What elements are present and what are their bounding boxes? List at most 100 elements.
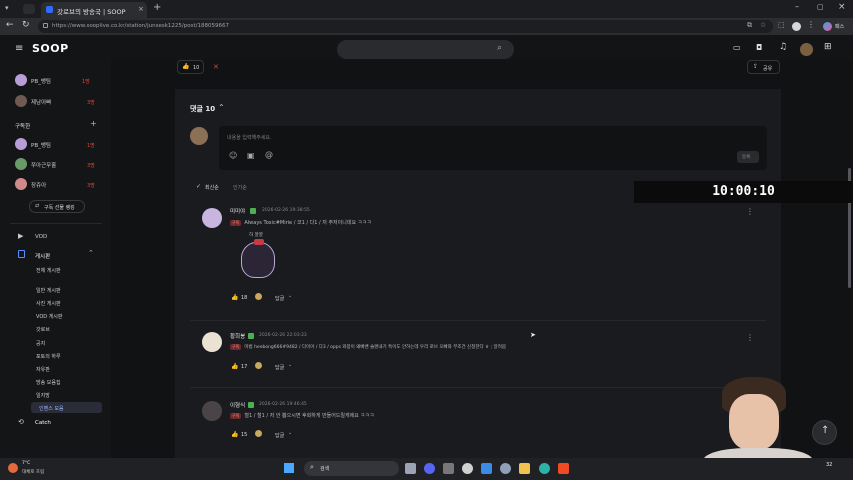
sidebar-item-label[interactable]: 제남아빠 [31, 98, 51, 106]
comment-like-count: 17 [241, 364, 248, 370]
back-icon[interactable]: ← [6, 20, 14, 30]
sidebar-subitem[interactable]: VOD 게시판 [36, 313, 63, 320]
live-count-badge: 3명 [87, 100, 95, 106]
sidebar-item-label[interactable]: 장쥬아 [31, 181, 46, 189]
sidebar-item-label[interactable]: PB_뱅팀 [31, 141, 51, 149]
apps-grid-icon[interactable]: ⊞ [824, 42, 832, 52]
chevron-up-icon[interactable]: ⌃ [88, 249, 94, 257]
brave-browser-icon[interactable] [558, 463, 569, 474]
sidebar-subitem[interactable]: 자유판 [36, 366, 50, 373]
sort-popular[interactable]: 인기순 [233, 184, 247, 191]
share-button[interactable]: ⇪ 공유 [747, 60, 780, 74]
site-search-input[interactable]: ⌕ [337, 40, 514, 59]
sidebar-subitem[interactable]: 공지 [36, 340, 45, 347]
sidebar-item-label[interactable]: 쭈아근무홀 [31, 161, 56, 169]
sidebar-item-label[interactable]: PB_뱅팀 [31, 77, 51, 85]
sidebar-item-board[interactable]: 게시판 [35, 252, 50, 260]
commenter-avatar[interactable] [202, 332, 222, 352]
sidebar-item-vod[interactable]: VOD [35, 234, 47, 240]
close-tab-icon[interactable]: × [138, 5, 144, 13]
tab-list-icon[interactable]: ▾ [5, 4, 14, 13]
sidebar-subitem-active[interactable]: 인벤스 모음 [31, 402, 102, 413]
app-icon[interactable] [443, 463, 454, 474]
weather-icon[interactable] [8, 463, 18, 473]
taskbar-search-input[interactable]: ⌕ 검색 [304, 461, 399, 476]
comment-author[interactable]: 황희봉 [230, 332, 245, 340]
avatar [15, 158, 27, 170]
scroll-to-top-button[interactable]: ↑ [812, 420, 837, 445]
sidebar-subitem-label: 인벤스 모음 [39, 406, 64, 412]
comment-author[interactable]: 이형식 [230, 401, 245, 409]
sidebar-subitem[interactable]: 방송 모음집 [36, 379, 61, 386]
reload-icon[interactable]: ↻ [22, 20, 30, 30]
sidebar-item-catch[interactable]: Catch [35, 420, 51, 426]
tab-active[interactable]: 갓로브의 방송국 | SOOP × [41, 2, 147, 18]
pinned-tab[interactable] [23, 4, 35, 14]
chevron-down-icon[interactable]: ⌄ [288, 362, 292, 368]
broadcast-camera-icon[interactable]: ◘ [756, 43, 762, 52]
comments-header[interactable]: 댓글 10 [190, 104, 215, 114]
settings-gear-icon[interactable] [500, 463, 511, 474]
subscription-ranking-button[interactable]: ⇄ 구독 선물 랭킹 [29, 200, 85, 213]
verified-badge-icon [250, 208, 256, 214]
comment-input[interactable]: 내용을 입력해주세요. [227, 134, 272, 141]
reply-button[interactable]: 답글 [275, 295, 284, 302]
like-icon[interactable]: 👍 [231, 294, 238, 301]
reply-button[interactable]: 답글 [275, 364, 284, 371]
downloads-icon[interactable]: ⋮ [807, 20, 815, 29]
profile-avatar-icon[interactable] [792, 22, 801, 31]
like-icon[interactable]: 👍 [231, 431, 238, 438]
extensions-icon[interactable]: ⬚ [778, 21, 785, 29]
minimize-icon[interactable]: – [795, 2, 799, 11]
more-options-icon[interactable]: ⋮ [746, 207, 754, 216]
sidebar-item-all-board[interactable]: 전체 게시판 [36, 267, 61, 274]
commenter-avatar[interactable] [202, 208, 222, 228]
add-subscription-icon[interactable]: + [90, 119, 97, 128]
chevron-down-icon[interactable]: ⌄ [288, 430, 292, 436]
commenter-avatar[interactable] [202, 401, 222, 421]
dislike-icon[interactable]: ✕ [213, 63, 219, 71]
sort-latest[interactable]: 최신순 [205, 184, 219, 191]
notification-bell-icon[interactable]: ♫ [779, 42, 787, 52]
chevron-down-icon[interactable]: ⌄ [288, 293, 292, 299]
url-field[interactable]: https://www.sooplive.co.kr/station/junse… [38, 20, 773, 33]
comment-input-box[interactable]: 내용을 입력해주세요. ☺ ▣ @ 등록 [219, 126, 767, 170]
bookmark-star-icon[interactable]: ☆ [760, 21, 766, 29]
site-logo[interactable]: SOOP [32, 42, 69, 55]
submit-button[interactable]: 등록 [737, 151, 759, 163]
file-explorer-icon[interactable] [519, 463, 530, 474]
menu-hamburger-icon[interactable]: ≡ [15, 43, 23, 54]
translate-icon[interactable]: ⧉ [747, 21, 752, 30]
more-options-icon[interactable]: ⋮ [746, 333, 754, 342]
close-window-icon[interactable]: × [838, 2, 846, 12]
image-icon[interactable]: ▣ [247, 151, 255, 160]
comment-author[interactable]: 미미야 [230, 207, 245, 215]
sidebar-subitem[interactable]: 일지방 [36, 392, 50, 399]
soop-favicon-icon [46, 6, 53, 13]
chevron-up-icon[interactable]: ⌃ [218, 103, 225, 112]
chrome-like-icon[interactable] [462, 463, 473, 474]
cast-icon[interactable]: ▭ [733, 43, 741, 52]
reply-button[interactable]: 답글 [275, 432, 284, 439]
task-view-icon[interactable] [405, 463, 416, 474]
sidebar-subitem[interactable]: 사진 게시판 [36, 300, 61, 307]
store-icon[interactable] [481, 463, 492, 474]
profile-label[interactable]: 패스 [835, 23, 844, 30]
comment-divider [190, 320, 766, 321]
sidebar-subitem[interactable]: 일반 게시판 [36, 287, 61, 294]
mention-icon[interactable]: @ [265, 150, 273, 159]
search-icon[interactable]: ⌕ [497, 43, 502, 53]
comment-like-count: 15 [241, 432, 248, 438]
edge-browser-icon[interactable] [539, 463, 550, 474]
discord-icon[interactable] [424, 463, 435, 474]
comments-panel: 댓글 10 ⌃ 내용을 입력해주세요. ☺ ▣ @ 등록 ✓ 최신순 인기순 미… [175, 89, 781, 460]
new-tab-icon[interactable]: + [153, 2, 161, 13]
maximize-icon[interactable]: ▢ [817, 3, 824, 11]
copilot-icon[interactable] [823, 22, 832, 31]
user-avatar[interactable] [800, 43, 813, 56]
like-button[interactable]: 👍 10 [177, 60, 204, 74]
windows-start-icon[interactable] [284, 463, 294, 473]
emoji-icon[interactable]: ☺ [229, 151, 237, 160]
like-icon[interactable]: 👍 [231, 363, 238, 370]
sidebar-subitem[interactable]: 포토의 하루 [36, 353, 61, 360]
